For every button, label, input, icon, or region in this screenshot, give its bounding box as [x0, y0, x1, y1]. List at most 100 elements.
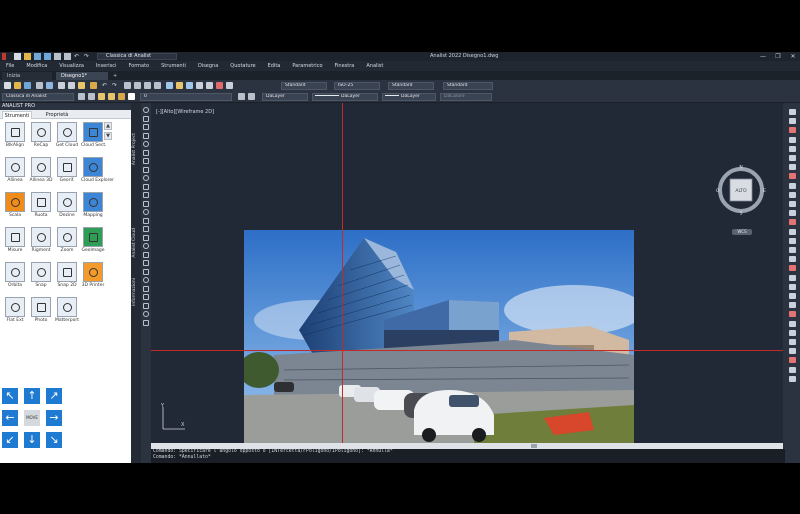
- viewcube[interactable]: ALTO N S E O: [716, 165, 766, 215]
- tool-align[interactable]: Allinea: [3, 157, 27, 188]
- dim-style-combo[interactable]: ISO-25: [334, 82, 380, 90]
- modify-tool-icon[interactable]: [789, 265, 796, 272]
- draw-tool-icon[interactable]: [143, 226, 149, 232]
- tool-dezine[interactable]: Dezine: [55, 192, 79, 223]
- draw-tool-icon[interactable]: [143, 209, 149, 215]
- menu-analist[interactable]: Analist: [366, 63, 383, 69]
- tool-snap[interactable]: Snap: [29, 262, 53, 293]
- modify-tool-icon[interactable]: [789, 237, 796, 244]
- layer-color-icon[interactable]: [128, 93, 135, 100]
- preview-icon[interactable]: [46, 82, 53, 89]
- quickcalc-icon[interactable]: [216, 82, 223, 89]
- modify-tool-icon[interactable]: [789, 283, 796, 290]
- tool-flat-ext[interactable]: Flat Ext: [3, 297, 27, 328]
- lineweight-combo[interactable]: DaLayer: [382, 93, 436, 101]
- make-current-layer-icon[interactable]: [238, 93, 245, 100]
- save-icon[interactable]: [34, 53, 41, 60]
- cut-icon[interactable]: [58, 82, 65, 89]
- design-center-icon[interactable]: [176, 82, 183, 89]
- add-tab-button[interactable]: +: [112, 72, 120, 80]
- analist-cloud-label[interactable]: Analist Cloud: [132, 228, 137, 258]
- save-as-icon[interactable]: [44, 53, 51, 60]
- menu-inserisci[interactable]: Inserisci: [96, 63, 117, 69]
- move-up-right-icon[interactable]: ↗: [46, 388, 62, 404]
- sheet-set-icon[interactable]: [196, 82, 203, 89]
- menu-formato[interactable]: Formato: [128, 63, 149, 69]
- menu-disegna[interactable]: Disegna: [198, 63, 218, 69]
- undo-icon[interactable]: ↶: [74, 53, 81, 60]
- layer-manager-icon[interactable]: [88, 93, 95, 100]
- new-file-icon[interactable]: [14, 53, 21, 60]
- draw-tool-icon[interactable]: [143, 302, 149, 309]
- draw-tool-icon[interactable]: [143, 183, 149, 190]
- menu-parametrico[interactable]: Parametrico: [292, 63, 322, 69]
- save-icon[interactable]: [24, 82, 31, 89]
- modify-tool-icon[interactable]: [789, 145, 796, 152]
- layer-freeze-icon[interactable]: [108, 93, 115, 100]
- tool-cloud-explorer[interactable]: Cloud Explorer: [81, 157, 114, 188]
- tool-rigment[interactable]: Rigment: [29, 227, 53, 258]
- tool-photo[interactable]: Photo: [29, 297, 53, 328]
- layer-combo[interactable]: 0: [140, 93, 232, 101]
- modify-tool-icon[interactable]: [789, 311, 796, 318]
- layer-lock-icon[interactable]: [118, 93, 125, 100]
- draw-tool-icon[interactable]: [143, 311, 149, 317]
- maximize-button[interactable]: ❐: [771, 52, 785, 61]
- tab-strumenti[interactable]: Strumenti: [2, 111, 32, 119]
- tool-matterport[interactable]: Matterport: [55, 297, 79, 328]
- workspace-settings-icon[interactable]: [78, 93, 85, 100]
- minimize-button[interactable]: —: [756, 52, 770, 61]
- menu-finestra[interactable]: Finestra: [335, 63, 355, 69]
- tool-recap[interactable]: ReCap: [29, 122, 53, 153]
- modify-tool-icon[interactable]: [789, 274, 796, 281]
- scroll-thumb[interactable]: [531, 444, 537, 448]
- modify-tool-icon[interactable]: [789, 109, 796, 115]
- tab-drawing[interactable]: Disegno1*: [56, 72, 108, 80]
- command-line[interactable]: Comando: Specificare l'angolo opposto o …: [151, 449, 785, 463]
- tool-palettes-icon[interactable]: [186, 82, 193, 89]
- menu-modifica[interactable]: Modifica: [26, 63, 47, 69]
- help-icon[interactable]: [226, 82, 233, 89]
- draw-tool-icon[interactable]: [143, 149, 149, 156]
- tool-blockalign[interactable]: BlkAlign: [3, 122, 27, 153]
- new-icon[interactable]: [4, 82, 11, 89]
- draw-tool-icon[interactable]: [143, 319, 149, 326]
- zoom-window-icon[interactable]: [144, 82, 151, 89]
- print-icon[interactable]: [36, 82, 43, 89]
- move-down-icon[interactable]: ↓: [24, 432, 40, 448]
- tool-georef[interactable]: Georif.: [55, 157, 79, 188]
- plot-style-combo[interactable]: DaColore: [440, 93, 492, 101]
- tool-orbit[interactable]: Orbita: [3, 262, 27, 293]
- tool-printer3d[interactable]: 3D Printer: [81, 262, 105, 293]
- draw-tool-icon[interactable]: [143, 124, 149, 130]
- tool-cloud-section[interactable]: Cloud Sect.: [81, 122, 107, 153]
- linetype-combo[interactable]: DaLayer: [312, 93, 378, 101]
- modify-tool-icon[interactable]: [789, 210, 796, 217]
- tool-zoom[interactable]: Zoom: [55, 227, 79, 258]
- modify-tool-icon[interactable]: [789, 339, 796, 345]
- menu-edita[interactable]: Edita: [268, 63, 281, 69]
- modify-tool-icon[interactable]: [789, 247, 796, 253]
- draw-tool-icon[interactable]: [143, 251, 149, 258]
- menu-quotature[interactable]: Quotature: [230, 63, 255, 69]
- viewport-label[interactable]: [-][Alto][Wireframe 2D]: [156, 109, 214, 115]
- cloud-icon[interactable]: [64, 53, 71, 60]
- draw-tool-icon[interactable]: [143, 158, 149, 164]
- draw-tool-icon[interactable]: [143, 277, 149, 283]
- draw-tool-icon[interactable]: [143, 243, 149, 249]
- menu-strumenti[interactable]: Strumenti: [161, 63, 186, 69]
- workspace-combo[interactable]: Classica di Analist: [2, 93, 74, 101]
- draw-tool-icon[interactable]: [143, 268, 149, 275]
- match-properties-icon[interactable]: [90, 82, 97, 89]
- modify-tool-icon[interactable]: [789, 118, 796, 125]
- undo-icon[interactable]: ↶: [102, 82, 109, 89]
- table-style-combo[interactable]: Standard: [388, 82, 434, 90]
- modify-tool-icon[interactable]: [789, 302, 796, 309]
- color-combo[interactable]: DaLayer: [262, 93, 308, 101]
- analist-project-label[interactable]: Analist Project: [132, 133, 137, 165]
- close-button[interactable]: ✕: [786, 52, 800, 61]
- tool-mapping[interactable]: Mapping: [81, 192, 105, 223]
- workspace-selector[interactable]: Classica di Analist: [97, 53, 177, 60]
- draw-tool-icon[interactable]: [143, 260, 149, 266]
- draw-tool-icon[interactable]: [143, 166, 149, 173]
